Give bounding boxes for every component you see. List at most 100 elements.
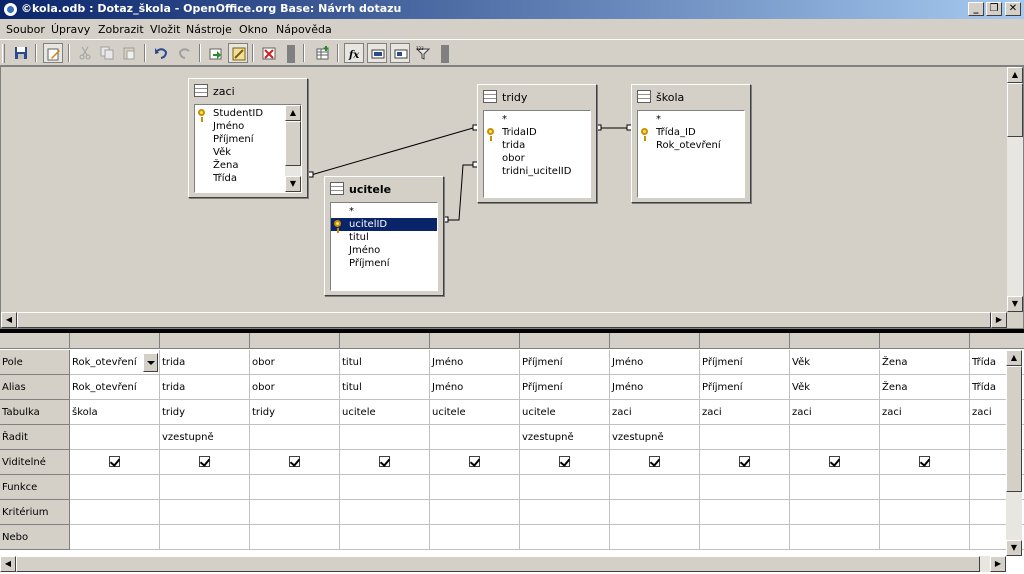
scroll-up-button[interactable]: ▲: [1006, 350, 1022, 366]
grid-cell[interactable]: [880, 475, 970, 500]
column-header[interactable]: [340, 333, 430, 349]
grid-cell[interactable]: Příjmení: [700, 350, 790, 375]
visible-checkbox[interactable]: [109, 456, 120, 467]
scroll-down-button[interactable]: ▼: [1006, 540, 1022, 556]
visible-checkbox[interactable]: [379, 456, 390, 467]
grid-cell[interactable]: vzestupně: [520, 425, 610, 450]
visible-checkbox[interactable]: [919, 456, 930, 467]
grid-cell[interactable]: [790, 425, 880, 450]
grid-cell[interactable]: [250, 475, 340, 500]
visible-checkbox[interactable]: [829, 456, 840, 467]
column-header[interactable]: [520, 333, 610, 349]
visible-cell[interactable]: [700, 450, 790, 475]
field-item[interactable]: TridaID: [484, 126, 590, 141]
grid-cell[interactable]: vzestupně: [610, 425, 700, 450]
grid-cell[interactable]: [610, 500, 700, 525]
grid-cell[interactable]: obor: [250, 350, 340, 375]
grid-cell[interactable]: [160, 525, 250, 550]
visible-cell[interactable]: [70, 450, 160, 475]
menu-zobrazit[interactable]: Zobrazit: [98, 23, 144, 36]
grid-cell[interactable]: [790, 475, 880, 500]
grid-cell[interactable]: [880, 500, 970, 525]
grid-cell[interactable]: obor: [250, 375, 340, 400]
grid-cell[interactable]: [430, 525, 520, 550]
field-item[interactable]: Rok_otevření: [638, 139, 744, 152]
grid-horizontal-scrollbar[interactable]: ◀ ▶: [0, 556, 1006, 572]
visible-checkbox[interactable]: [559, 456, 570, 467]
field-item[interactable]: *: [484, 113, 590, 126]
grid-cell[interactable]: Jméno: [430, 375, 520, 400]
grid-cell[interactable]: [340, 525, 430, 550]
visible-checkbox[interactable]: [469, 456, 480, 467]
functions-button[interactable]: fx: [344, 43, 364, 63]
column-header[interactable]: [700, 333, 790, 349]
grid-cell[interactable]: [700, 525, 790, 550]
scroll-right-button[interactable]: ▶: [990, 556, 1006, 572]
scroll-down-button[interactable]: ▼: [285, 176, 301, 192]
dropdown-arrow-icon[interactable]: [143, 353, 158, 372]
grid-cell[interactable]: [790, 525, 880, 550]
menu-upravy[interactable]: Úpravy: [51, 23, 90, 36]
run-query-button[interactable]: [206, 43, 226, 63]
grid-cell[interactable]: [700, 500, 790, 525]
field-item[interactable]: titul: [331, 231, 437, 244]
field-item[interactable]: tridni_ucitelID: [484, 165, 590, 178]
cut-button[interactable]: [75, 43, 95, 63]
field-item[interactable]: *: [331, 205, 437, 218]
grid-cell[interactable]: [520, 500, 610, 525]
grid-cell[interactable]: Příjmení: [520, 375, 610, 400]
visible-checkbox[interactable]: [739, 456, 750, 467]
grid-cell[interactable]: [250, 425, 340, 450]
scroll-thumb[interactable]: [1006, 366, 1022, 492]
scroll-thumb[interactable]: [285, 121, 301, 166]
scroll-thumb[interactable]: [16, 556, 980, 572]
grid-cell[interactable]: ucitele: [430, 400, 520, 425]
visible-cell[interactable]: [790, 450, 880, 475]
close-button[interactable]: ✕: [1005, 2, 1021, 16]
grid-cell[interactable]: [610, 475, 700, 500]
grid-cell[interactable]: [520, 525, 610, 550]
field-item[interactable]: Třída_ID: [638, 126, 744, 141]
grid-cell[interactable]: [520, 475, 610, 500]
grid-cell[interactable]: [250, 500, 340, 525]
column-header[interactable]: [610, 333, 700, 349]
scroll-down-button[interactable]: ▼: [1007, 296, 1023, 312]
grid-cell[interactable]: [700, 475, 790, 500]
grid-vertical-scrollbar[interactable]: ▲ ▼: [1006, 350, 1022, 556]
visible-cell[interactable]: [520, 450, 610, 475]
grid-cell[interactable]: [880, 525, 970, 550]
grid-cell[interactable]: trida: [160, 375, 250, 400]
grid-cell[interactable]: Žena: [880, 350, 970, 375]
column-header[interactable]: [430, 333, 520, 349]
table-header[interactable]: zaci: [192, 82, 304, 100]
grid-cell[interactable]: [70, 525, 160, 550]
table-window-tridy[interactable]: tridy * TridaID trida obor tridni_ucitel…: [477, 84, 597, 203]
toolbar-more-button[interactable]: [441, 45, 449, 63]
alias-button[interactable]: [390, 43, 410, 63]
grid-cell[interactable]: Žena: [880, 375, 970, 400]
grid-cell[interactable]: zaci: [610, 400, 700, 425]
visible-checkbox[interactable]: [199, 456, 210, 467]
grid-cell[interactable]: [340, 475, 430, 500]
paste-button[interactable]: [119, 43, 139, 63]
menu-napoveda[interactable]: Nápověda: [276, 23, 332, 36]
field-item[interactable]: Příjmení: [331, 257, 437, 270]
field-item[interactable]: trida: [484, 139, 590, 152]
table-window-zaci[interactable]: zaci StudentID Jméno Příjmení Věk Žena T…: [188, 78, 308, 198]
edit-mode-button[interactable]: [43, 43, 63, 63]
grid-cell[interactable]: škola: [70, 400, 160, 425]
table-name-button[interactable]: [367, 43, 387, 63]
grid-cell[interactable]: zaci: [790, 400, 880, 425]
menu-okno[interactable]: Okno: [239, 23, 268, 36]
grid-cell[interactable]: [160, 500, 250, 525]
grid-cell[interactable]: ucitele: [520, 400, 610, 425]
scroll-right-button[interactable]: ▶: [991, 312, 1007, 328]
undo-button[interactable]: [151, 43, 171, 63]
visible-checkbox[interactable]: [649, 456, 660, 467]
field-dropdown[interactable]: Rok_otevření: [70, 350, 160, 375]
grid-cell[interactable]: Příjmení: [520, 350, 610, 375]
column-header[interactable]: [790, 333, 880, 349]
column-header[interactable]: [160, 333, 250, 349]
grid-cell[interactable]: [880, 425, 970, 450]
grid-cell[interactable]: titul: [340, 375, 430, 400]
